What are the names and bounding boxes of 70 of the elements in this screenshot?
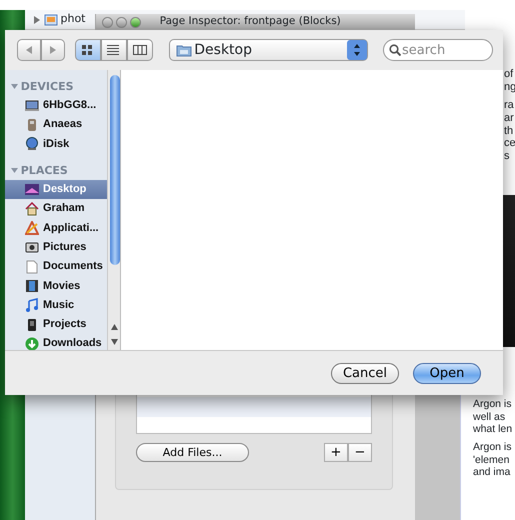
text-line: Argon is: [473, 398, 512, 410]
scroll-up-arrow-icon[interactable]: [111, 324, 118, 330]
add-files-button[interactable]: Add Files...: [136, 443, 249, 462]
text-line: Argon is: [473, 441, 512, 454]
column-view-button[interactable]: [127, 39, 153, 61]
device-icon: [25, 318, 39, 332]
section-heading: PLACES: [20, 162, 68, 179]
stepper-icon: [346, 40, 366, 60]
sidebar-item[interactable]: Anaeas: [5, 115, 107, 135]
forward-button[interactable]: [41, 39, 65, 61]
text-line: and ima: [473, 466, 512, 478]
window-icon: [44, 14, 58, 26]
remove-button[interactable]: −: [348, 443, 372, 462]
text-line: ra: [504, 99, 515, 112]
text-line: ar: [504, 112, 515, 125]
search-icon: [389, 44, 401, 56]
scroll-down-arrow-icon[interactable]: [111, 339, 118, 345]
window-control-button[interactable]: [130, 16, 140, 28]
add-button[interactable]: +: [324, 443, 348, 462]
sidebar-item[interactable]: Projects: [5, 314, 107, 334]
folder-icon: [176, 44, 192, 56]
text-line: what len: [473, 423, 512, 436]
disclosure-triangle-icon[interactable]: [11, 83, 18, 90]
scrollbar[interactable]: [107, 70, 120, 350]
list-view-button[interactable]: [101, 39, 127, 61]
text-line: ce: [504, 137, 515, 150]
drive-icon: [25, 118, 39, 132]
back-button[interactable]: [17, 39, 41, 61]
sidebar-item[interactable]: Documents: [5, 257, 107, 276]
forward-arrow-icon: [49, 46, 57, 54]
sidebar-item[interactable]: Movies: [5, 276, 107, 296]
text-line: s: [504, 150, 510, 164]
sidebar-item[interactable]: Music: [5, 296, 107, 315]
sidebar-item[interactable]: 6HbGG8...: [5, 96, 107, 116]
column-view-icon: [133, 44, 147, 56]
back-arrow-icon: [25, 46, 33, 54]
icon-view-button[interactable]: [75, 39, 101, 61]
pencil-icon: [25, 221, 39, 236]
home-icon: [25, 202, 39, 216]
sidebar-item[interactable]: Applicati...: [5, 218, 107, 238]
dialog-button[interactable]: Cancel: [331, 362, 399, 384]
text-line: of: [504, 68, 514, 81]
sidebar-item[interactable]: iDisk: [5, 134, 107, 154]
search-field[interactable]: search: [383, 39, 493, 61]
window-title: Page Inspector: frontpage (Blocks): [160, 14, 341, 30]
window-control-button[interactable]: [116, 16, 127, 28]
film-icon: [25, 279, 39, 294]
download-icon: [25, 336, 39, 351]
sidebar-item[interactable]: Graham: [5, 199, 107, 218]
dialog-button[interactable]: Open: [413, 362, 481, 384]
location-popup[interactable]: Desktop: [168, 39, 368, 61]
desktop-icon: [25, 182, 39, 197]
text-line: well as: [473, 410, 506, 423]
scroll-thumb[interactable]: [110, 75, 120, 265]
list-view-icon: [107, 44, 121, 56]
globe-icon: [25, 137, 39, 152]
laptop-icon: [25, 98, 39, 113]
sidebar-item[interactable]: Downloads: [5, 334, 107, 354]
music-note-icon: [25, 298, 39, 312]
text-line: th: [504, 124, 514, 138]
camera-icon: [25, 240, 39, 254]
disclosure-triangle-icon[interactable]: [11, 166, 18, 174]
sidebar-item[interactable]: Desktop: [5, 180, 107, 200]
window-control-button[interactable]: [102, 16, 113, 28]
text-line: 'elemen: [473, 454, 510, 466]
disclosure-triangle-icon[interactable]: [33, 16, 41, 24]
sidebar-item[interactable]: Pictures: [5, 238, 107, 258]
icon-view-icon: [81, 44, 95, 56]
section-heading: DEVICES: [20, 79, 74, 95]
row-label: phot: [60, 11, 86, 28]
